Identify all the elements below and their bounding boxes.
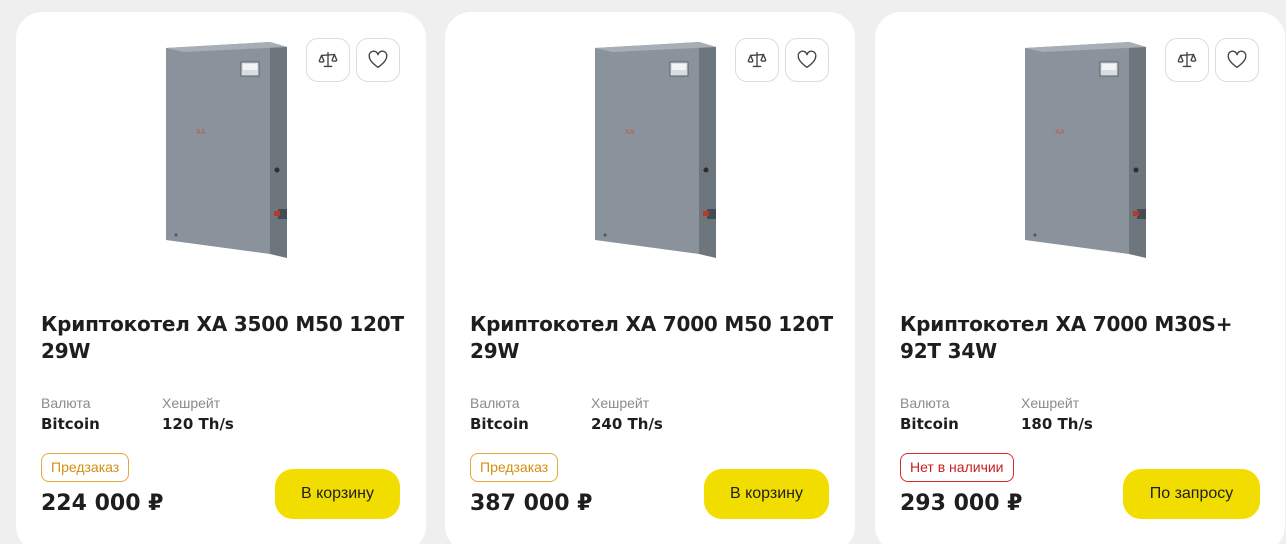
product-title[interactable]: Криптокотел XA 7000 M50 120T 29W: [470, 311, 840, 365]
heart-icon: [1227, 50, 1247, 69]
currency-spec: Валюта Bitcoin: [41, 395, 100, 434]
hashrate-label: Хешрейт: [591, 395, 650, 411]
currency-label: Валюта: [900, 395, 950, 411]
hashrate-spec: Хешрейт 180 Th/s: [1021, 395, 1093, 434]
compare-button[interactable]: [735, 38, 779, 82]
crypto-boiler-image: XA: [1025, 42, 1146, 258]
product-title[interactable]: Криптокотел XA 7000 M30S+ 92T 34W: [900, 311, 1270, 365]
product-card[interactable]: XA Криптокотел XA 3500 M50 120T 29W Валю…: [16, 12, 426, 544]
compare-button[interactable]: [1165, 38, 1209, 82]
currency-value: Bitcoin: [900, 415, 959, 433]
favorite-button[interactable]: [785, 38, 829, 82]
svg-text:XA: XA: [1055, 128, 1065, 136]
favorite-button[interactable]: [356, 38, 400, 82]
currency-value: Bitcoin: [470, 415, 529, 433]
product-image[interactable]: XA: [585, 42, 735, 262]
request-price-button[interactable]: По запросу: [1123, 469, 1260, 519]
crypto-boiler-image: XA: [595, 42, 716, 258]
status-badge: Нет в наличии: [900, 453, 1014, 482]
hashrate-value: 180 Th/s: [1021, 415, 1093, 433]
status-badge: Предзаказ: [41, 453, 130, 482]
hashrate-label: Хешрейт: [162, 395, 221, 411]
add-to-cart-button[interactable]: В корзину: [275, 469, 400, 519]
product-image[interactable]: XA: [156, 42, 306, 262]
product-card[interactable]: XA Криптокотел XA 7000 M50 120T 29W Валю…: [445, 12, 855, 544]
scales-icon: [747, 51, 767, 68]
product-image[interactable]: XA: [1015, 42, 1165, 262]
svg-text:XA: XA: [196, 128, 206, 136]
status-badge: Предзаказ: [470, 453, 559, 482]
product-price: 387 000 ₽: [470, 491, 593, 516]
product-title[interactable]: Криптокотел XA 3500 M50 120T 29W: [41, 311, 411, 365]
hashrate-value: 240 Th/s: [591, 415, 663, 433]
hashrate-spec: Хешрейт 120 Th/s: [162, 395, 234, 434]
product-price: 224 000 ₽: [41, 491, 164, 516]
product-card[interactable]: XA Криптокотел XA 7000 M30S+ 92T 34W Вал…: [875, 12, 1285, 544]
hashrate-value: 120 Th/s: [162, 415, 234, 433]
currency-label: Валюта: [470, 395, 520, 411]
crypto-boiler-image: XA: [166, 42, 287, 258]
hashrate-spec: Хешрейт 240 Th/s: [591, 395, 663, 434]
currency-label: Валюта: [41, 395, 91, 411]
currency-spec: Валюта Bitcoin: [470, 395, 529, 434]
add-to-cart-button[interactable]: В корзину: [704, 469, 829, 519]
heart-icon: [368, 50, 388, 69]
scales-icon: [318, 51, 338, 68]
scales-icon: [1177, 51, 1197, 68]
svg-text:XA: XA: [625, 128, 635, 136]
hashrate-label: Хешрейт: [1021, 395, 1080, 411]
currency-value: Bitcoin: [41, 415, 100, 433]
currency-spec: Валюта Bitcoin: [900, 395, 959, 434]
heart-icon: [797, 50, 817, 69]
compare-button[interactable]: [306, 38, 350, 82]
product-price: 293 000 ₽: [900, 491, 1023, 516]
favorite-button[interactable]: [1215, 38, 1259, 82]
